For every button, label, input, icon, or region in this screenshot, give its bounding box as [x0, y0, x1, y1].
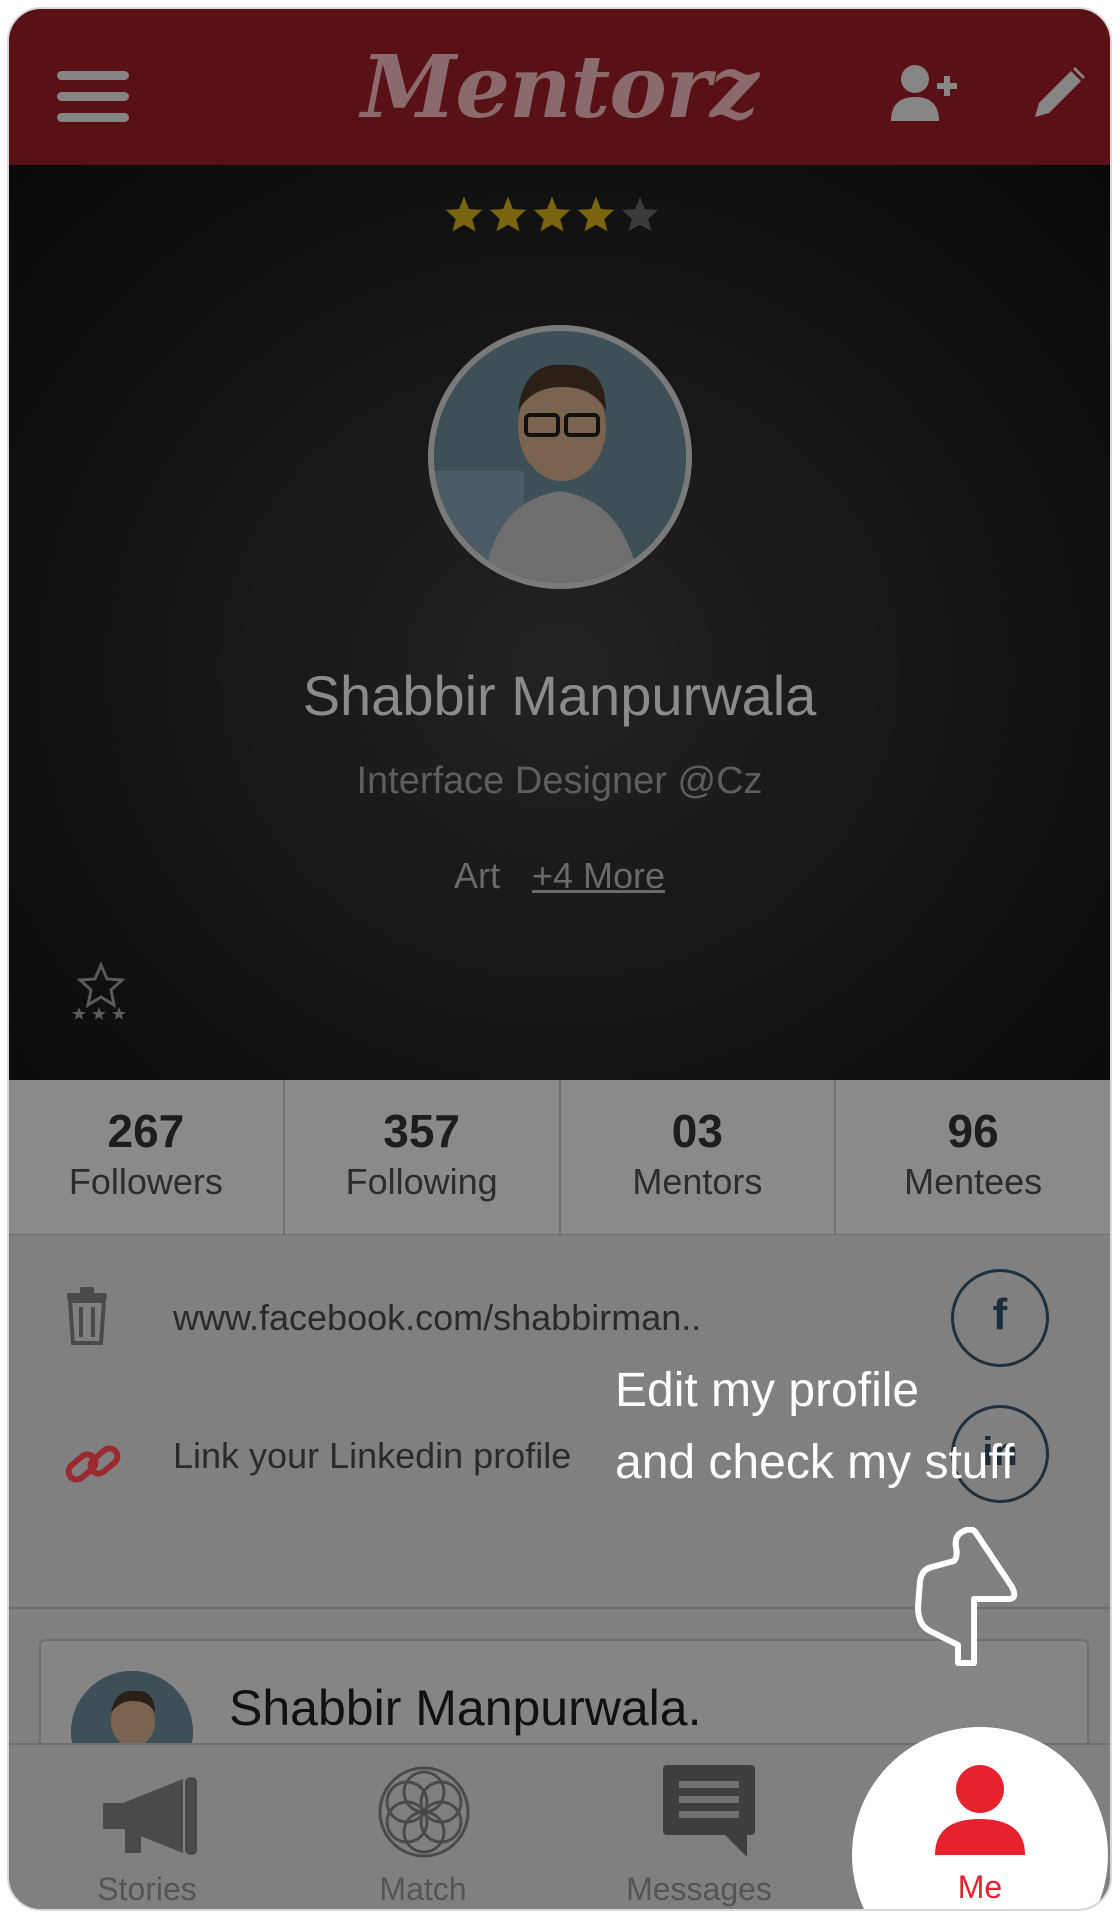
stat-mentees[interactable]: 96 Mentees: [836, 1080, 1110, 1234]
profile-role: Interface Designer @Cz: [356, 760, 763, 802]
linkedin-link-text[interactable]: Link your Linkedin profile: [173, 1435, 571, 1477]
stat-value: 96: [947, 1105, 999, 1157]
stats-bar: 267 Followers 357 Following 03 Mentors 9…: [9, 1080, 1110, 1236]
profile-avatar[interactable]: [428, 325, 692, 589]
stat-value: 357: [383, 1105, 460, 1157]
profile-name: Shabbir Manpurwala: [302, 664, 817, 727]
stat-label: Mentors: [632, 1160, 763, 1202]
stat-following[interactable]: 357 Following: [285, 1080, 561, 1234]
person-icon[interactable]: [931, 1763, 1029, 1859]
stat-label: Mentees: [904, 1160, 1043, 1202]
card-author-name: Shabbir Manpurwala.: [229, 1680, 702, 1736]
star-icon: [489, 196, 527, 232]
facebook-icon[interactable]: f: [951, 1269, 1049, 1367]
star-rating: [444, 195, 660, 233]
facebook-glyph: f: [992, 1290, 1008, 1339]
match-icon: [378, 1766, 470, 1858]
link-icon[interactable]: [63, 1437, 123, 1493]
star-badge-icon[interactable]: [71, 961, 131, 1021]
star-empty-icon: [621, 196, 659, 232]
pencil-icon[interactable]: [1029, 63, 1089, 123]
megaphone-icon: [103, 1777, 197, 1855]
nav-me-label: Me: [957, 1869, 1003, 1905]
tooltip-line-2: and check my stuff: [615, 1436, 1015, 1489]
facebook-url[interactable]: www.facebook.com/shabbirman..: [173, 1297, 701, 1339]
stat-label: Following: [345, 1160, 498, 1202]
app-header: Mentorz: [9, 9, 1110, 165]
tooltip-line-1: Edit my profile: [615, 1364, 920, 1417]
trash-icon[interactable]: [65, 1287, 109, 1345]
coachmark-tooltip: Edit my profile and check my stuff: [615, 1355, 1014, 1499]
nav-label: Match: [379, 1871, 467, 1907]
nav-stories[interactable]: Stories: [9, 1745, 285, 1909]
nav-label: Stories: [97, 1871, 197, 1907]
stat-followers[interactable]: 267 Followers: [9, 1080, 285, 1234]
profile-hero: Shabbir Manpurwala Interface Designer @C…: [9, 165, 1110, 1080]
star-icon: [533, 196, 571, 232]
stat-value: 03: [671, 1105, 723, 1157]
hand-pointer-icon: [915, 1527, 1018, 1666]
nav-label: Messages: [626, 1871, 772, 1907]
more-tags-link[interactable]: +4 More: [532, 855, 665, 896]
stat-mentors[interactable]: 03 Mentors: [561, 1080, 837, 1234]
add-user-icon[interactable]: [889, 61, 959, 125]
app-frame: Mentorz Shabbir Manpurwala Interface Des…: [7, 7, 1112, 1911]
tag-label: Art: [453, 855, 500, 896]
star-icon: [577, 196, 615, 232]
avatar-photo: [434, 331, 686, 583]
nav-messages[interactable]: Messages: [561, 1745, 837, 1909]
nav-match[interactable]: Match: [285, 1745, 561, 1909]
messages-icon: [663, 1765, 755, 1857]
star-icon: [445, 196, 483, 232]
stat-value: 267: [107, 1105, 185, 1157]
stat-label: Followers: [68, 1160, 223, 1202]
profile-tags: Art +4 More: [9, 855, 1110, 897]
